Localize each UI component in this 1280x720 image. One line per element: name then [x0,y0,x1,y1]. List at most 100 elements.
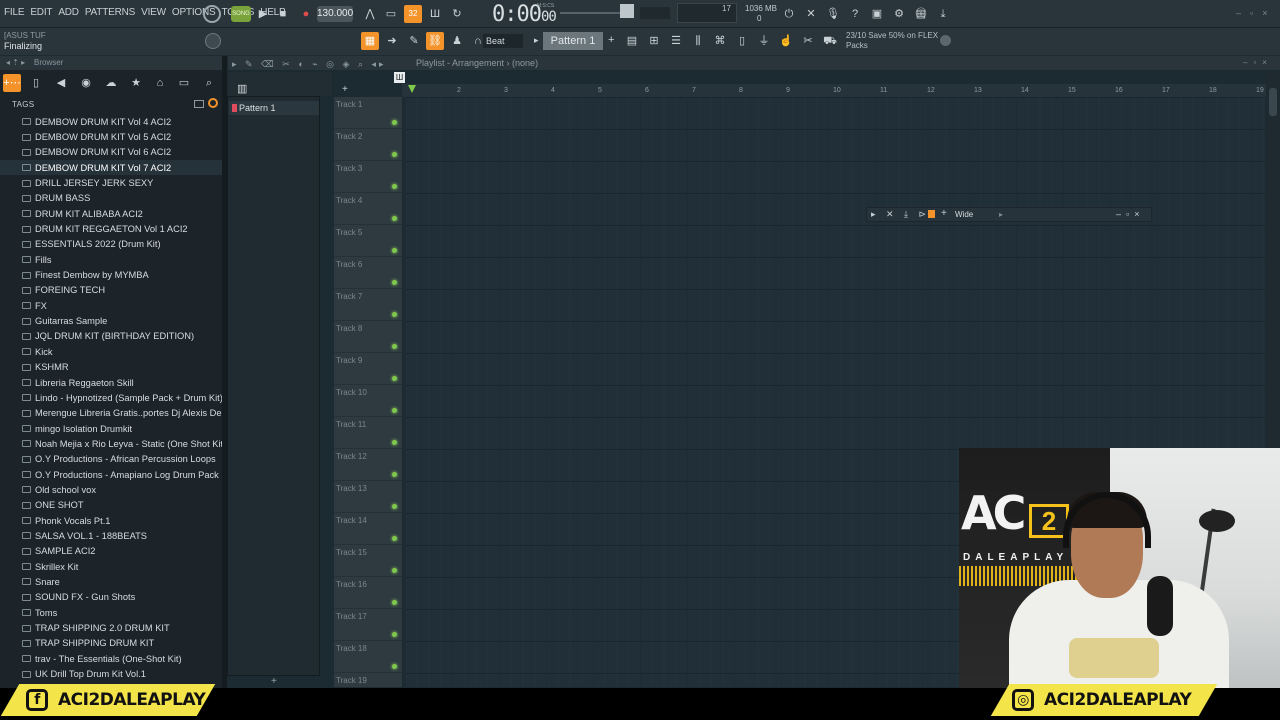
browser-star-icon[interactable]: ★ [127,74,145,92]
track-mute-led[interactable] [392,152,397,157]
float-arrow-icon[interactable]: ▸ [999,210,1003,219]
browser-audio-icon[interactable]: ◀ [52,74,70,92]
track-header[interactable]: Track 6 [334,257,402,289]
browser-cloud-icon[interactable]: ☁ [102,74,120,92]
folder-item[interactable]: Toms [0,605,222,620]
main-volume-slider[interactable] [620,4,634,18]
folder-item[interactable]: DEMBOW DRUM KIT Vol 7 ACI2 [0,160,222,176]
folder-item[interactable]: ONE SHOT [0,498,222,513]
folder-item[interactable]: FOREING TECH [0,283,222,298]
add-track-icon[interactable]: + [342,84,348,95]
save-icon[interactable]: ▣ [868,5,886,23]
scrollbar-thumb[interactable] [1269,88,1277,116]
picker-pattern-item[interactable]: Pattern 1 [229,101,319,115]
snap-select[interactable]: Beat [483,34,523,48]
pattern-prev-icon[interactable]: ▸ [534,35,539,46]
search-icon[interactable] [208,98,218,108]
track-mute-led[interactable] [392,376,397,381]
arrow-right-icon[interactable]: ➜ [383,32,401,50]
track-header[interactable]: Track 5 [334,225,402,257]
folder-item[interactable]: Phonk Vocals Pt.1 [0,513,222,528]
folder-item[interactable]: Finest Dembow by MYMBA [0,267,222,282]
track-header[interactable]: Track 9 [334,353,402,385]
wrench-icon[interactable]: ✂ [799,32,817,50]
track-header[interactable]: Track 15 [334,545,402,577]
mixer-view-icon[interactable]: ⫼ [689,32,707,50]
step-edit-icon[interactable]: 32 [404,5,422,23]
track-header[interactable]: Track 7 [334,289,402,321]
ruler-mode-icon[interactable]: Ш [394,72,405,83]
folder-item[interactable]: Skrillex Kit [0,559,222,574]
bell-icon[interactable]: ♟ [448,32,466,50]
news-panel[interactable]: 23/10 Save 50% on FLEX Packs [846,31,938,51]
folder-item[interactable]: DRILL JERSEY JERK SEXY [0,175,222,190]
play-icon[interactable]: ▶ [254,5,272,23]
track-mute-led[interactable] [392,600,397,605]
cart-icon[interactable]: ⛟ [821,32,839,50]
record-icon[interactable]: ● [297,5,315,23]
folder-item[interactable]: SAMPLE ACI2 [0,544,222,559]
tempo-display[interactable]: 130.000 [317,6,353,22]
track-mute-led[interactable] [392,472,397,477]
float-tools[interactable]: ▸ ✕ ⤓ ⊳ [871,209,930,220]
blend-notes-icon[interactable]: Ш [426,5,444,23]
folder-item[interactable]: TRAP SHIPPING DRUM KIT [0,636,222,651]
track-header[interactable]: Track 18 [334,641,402,673]
folder-item[interactable]: Noah Mejia x Rio Leyva - Static (One Sho… [0,436,222,451]
float-window-controls[interactable]: –▫× [1116,209,1144,219]
track-mute-led[interactable] [392,216,397,221]
folder-item[interactable]: UK Drill Top Drum Kit Vol.1 [0,666,222,681]
info-icon[interactable]: ⓘ [912,5,930,23]
folder-item[interactable]: SOUND FX - Gun Shots [0,590,222,605]
folder-item[interactable]: Snare [0,574,222,589]
track-header[interactable]: Track 12 [334,449,402,481]
plug-icon[interactable]: ⏚ [755,32,773,50]
track-header[interactable]: Track 17 [334,609,402,641]
draw-icon[interactable]: ✎ [405,32,423,50]
folder-item[interactable]: DRUM BASS [0,191,222,206]
mic-icon[interactable]: 🎙 [824,5,842,23]
track-header[interactable]: Track 8 [334,321,402,353]
folder-item[interactable]: Guitarras Sample [0,313,222,328]
pattern-select[interactable]: Pattern 1 [543,32,603,50]
folder-item[interactable]: Merengue Libreria Gratis..portes Dj Alex… [0,406,222,421]
folder-item[interactable]: DEMBOW DRUM KIT Vol 5 ACI2 [0,129,222,144]
track-header[interactable]: Track 14 [334,513,402,545]
folder-item[interactable]: mingo Isolation Drumkit [0,421,222,436]
pattern-mode-icon[interactable]: ▦ [361,32,379,50]
float-add-icon[interactable]: + [941,208,947,219]
master-pitch-slider[interactable] [560,12,620,14]
piano-roll-icon[interactable]: ⊞ [645,32,663,50]
news-settings-icon[interactable] [940,35,951,46]
help-icon[interactable]: ? [846,5,864,23]
track-header[interactable]: Track 4 [334,193,402,225]
timeline-ruler[interactable]: 2 3 4 5 6 7 8 9 10 11 12 13 14 15 16 17 18 19 [402,84,1266,97]
loop-record-icon[interactable]: ↻ [448,5,466,23]
track-header[interactable]: Track 10 [334,385,402,417]
browser-arrows-icon[interactable]: ◂ ⇡ ▸ [6,58,25,67]
float-color-icon[interactable] [928,210,935,218]
browser-file-icon[interactable]: ▯ [27,74,45,92]
track-mute-led[interactable] [392,632,397,637]
track-mute-led[interactable] [392,184,397,189]
track-header[interactable]: Track 16 [334,577,402,609]
browser-doc-icon[interactable]: ▭ [175,74,193,92]
folder-item[interactable]: O.Y Productions - Amapiano Log Drum Pack [0,467,222,482]
midi-icon[interactable]: ⚙ [890,5,908,23]
track-mute-led[interactable] [392,664,397,669]
picker-add-button[interactable]: + [271,676,277,687]
folder-item[interactable]: trav - The Essentials (One-Shot Kit) [0,651,222,666]
menu-patterns[interactable]: PATTERNS [85,7,135,18]
plugin-picker-icon[interactable]: ▯ [733,32,751,50]
folder-item[interactable]: Libreria Reggaeton Skill [0,375,222,390]
track-mute-led[interactable] [392,280,397,285]
menu-add[interactable]: ADD [58,7,79,18]
track-mute-led[interactable] [392,344,397,349]
piano-icon[interactable]: ▥ [237,82,247,95]
folder-item[interactable]: Old school vox [0,482,222,497]
playhead-marker[interactable] [408,85,416,93]
browser-plugin-icon[interactable]: ◉ [77,74,95,92]
folder-item[interactable]: SALSA VOL.1 - 188BEATS [0,528,222,543]
folder-item[interactable]: TRAP SHIPPING 2.0 DRUM KIT [0,620,222,635]
browser-tag-icon[interactable]: ⌂ [151,74,169,92]
